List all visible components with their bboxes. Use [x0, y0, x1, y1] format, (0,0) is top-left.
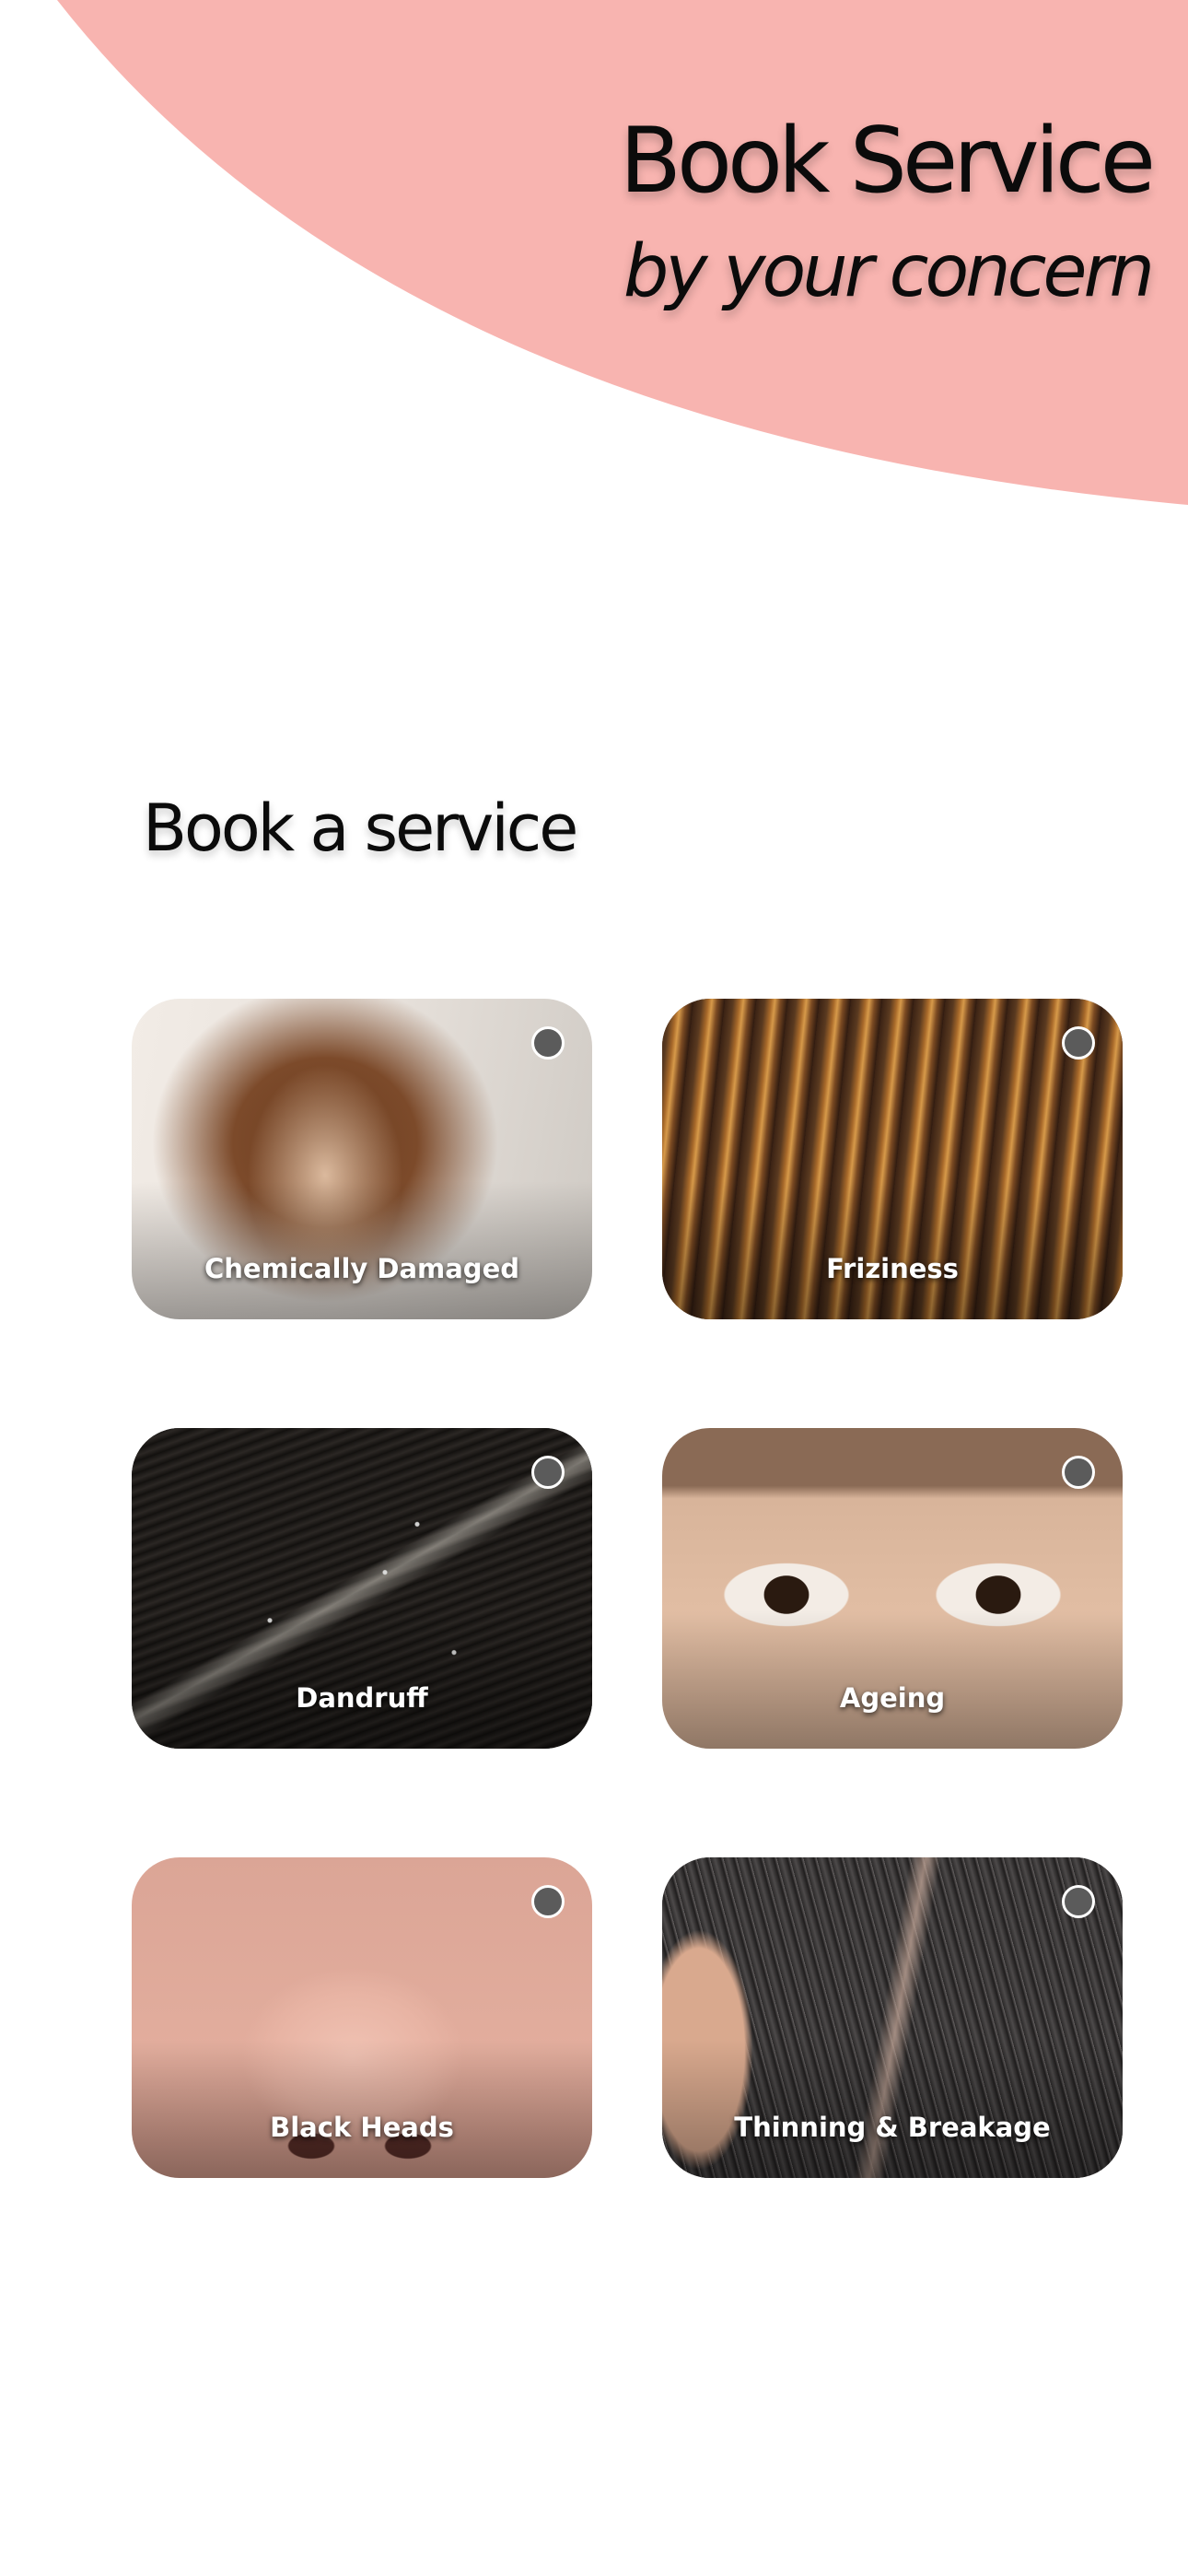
- card-shade: [662, 1610, 1123, 1749]
- service-card-black-heads[interactable]: Black Heads: [132, 1857, 592, 2178]
- card-shade: [662, 2040, 1123, 2178]
- service-label: Friziness: [826, 1253, 959, 1284]
- service-label: Thinning & Breakage: [734, 2112, 1051, 2143]
- card-shade: [132, 1610, 592, 1749]
- card-shade: [132, 2040, 592, 2178]
- service-card-dandruff[interactable]: Dandruff: [132, 1428, 592, 1749]
- card-shade: [132, 1181, 592, 1319]
- select-radio-friziness[interactable]: [1062, 1026, 1095, 1060]
- service-card-friziness[interactable]: Friziness: [662, 999, 1123, 1319]
- service-label: Ageing: [839, 1682, 946, 1714]
- card-shade: [662, 1181, 1123, 1319]
- service-card-ageing[interactable]: Ageing: [662, 1428, 1123, 1749]
- service-label: Dandruff: [296, 1682, 428, 1714]
- service-card-chemically-damaged[interactable]: Chemically Damaged: [132, 999, 592, 1319]
- select-radio-dandruff[interactable]: [531, 1456, 565, 1489]
- service-label: Black Heads: [270, 2112, 454, 2143]
- select-radio-thinning-breakage[interactable]: [1062, 1885, 1095, 1918]
- page-title: Book Service: [619, 109, 1156, 214]
- section-title: Book a service: [143, 790, 578, 866]
- service-label: Chemically Damaged: [204, 1253, 519, 1284]
- select-radio-black-heads[interactable]: [531, 1885, 565, 1918]
- select-radio-chemically-damaged[interactable]: [531, 1026, 565, 1060]
- page-subtitle: by your concern: [623, 230, 1155, 313]
- service-card-thinning-breakage[interactable]: Thinning & Breakage: [662, 1857, 1123, 2178]
- hero-header: Book Service by your concern: [0, 0, 1188, 516]
- select-radio-ageing[interactable]: [1062, 1456, 1095, 1489]
